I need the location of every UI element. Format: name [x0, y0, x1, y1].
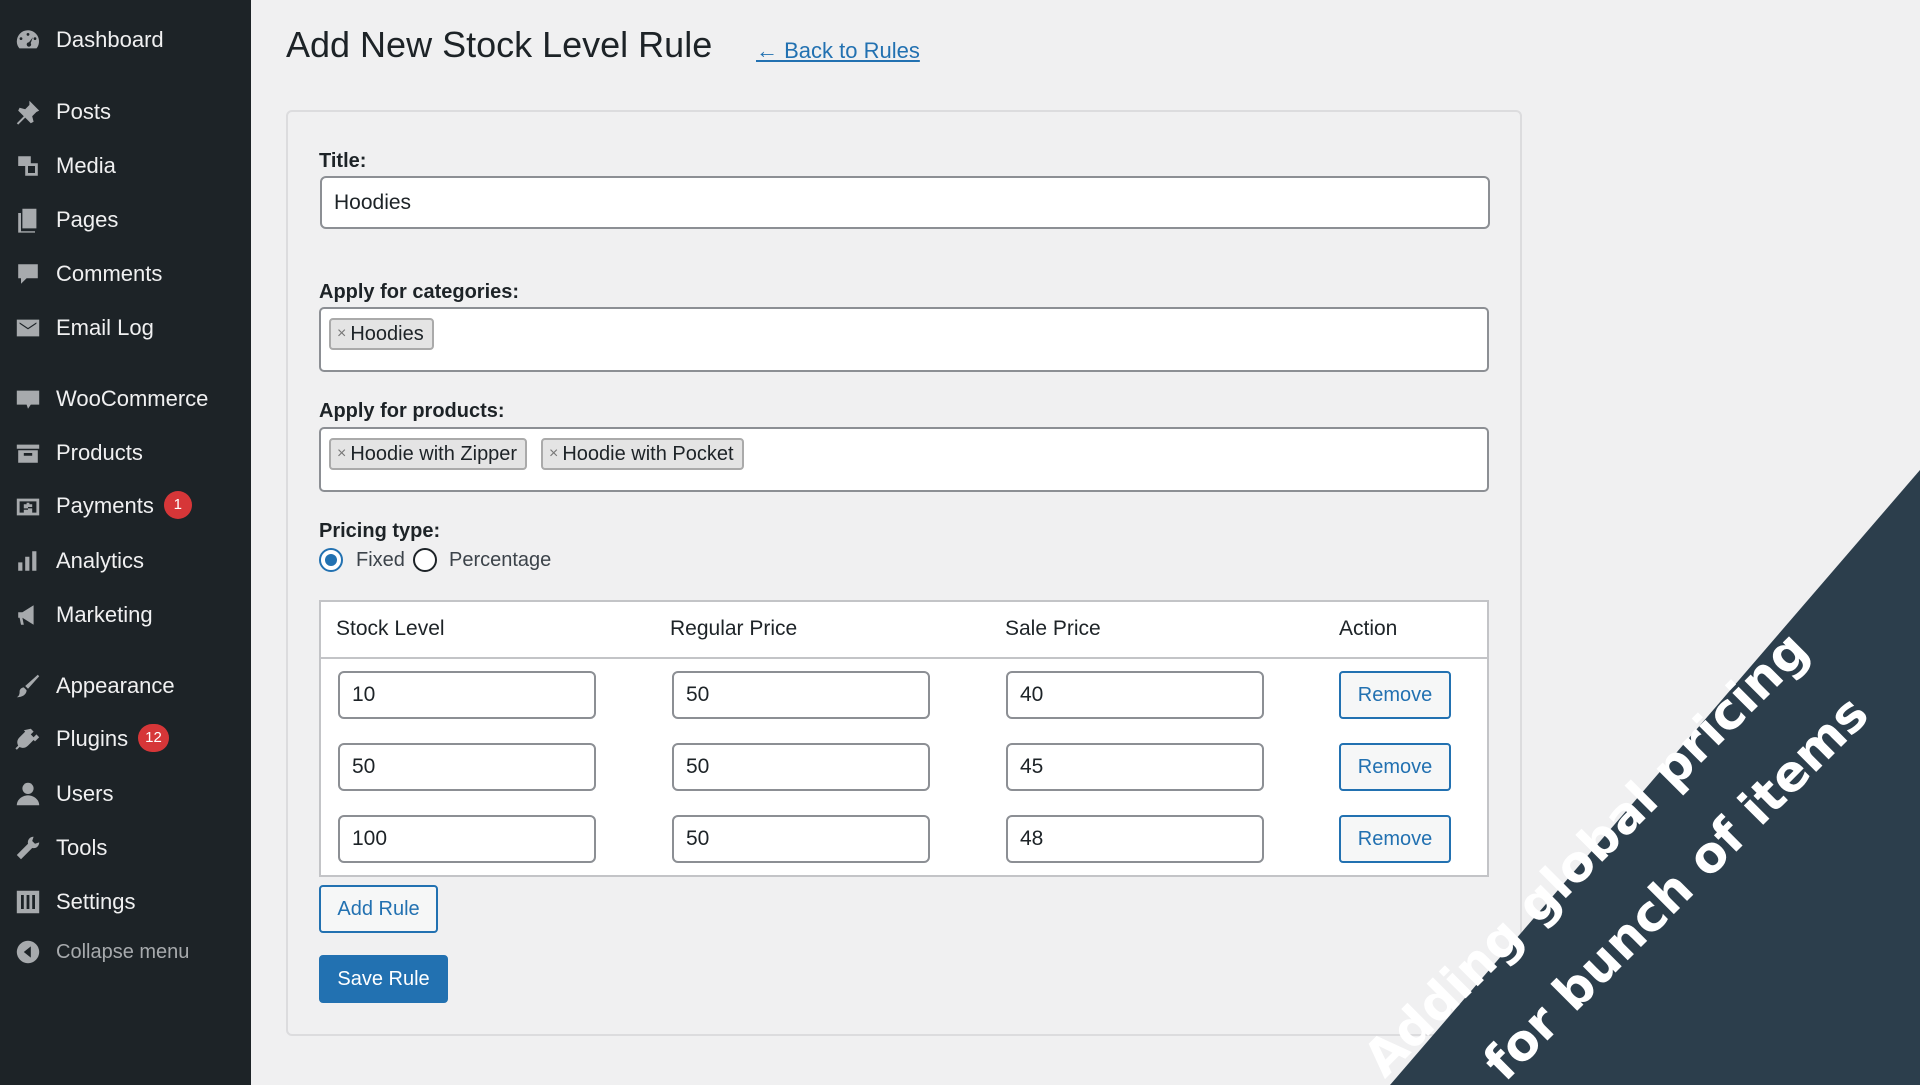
- pin-icon: [14, 98, 42, 126]
- dollar-icon: [14, 493, 42, 521]
- column-header-regular-price: Regular Price: [670, 617, 798, 640]
- sidebar-item-analytics[interactable]: Analytics: [0, 539, 251, 583]
- sidebar-item-label: Email Log: [56, 315, 154, 340]
- sidebar-item-label: Pages: [56, 207, 119, 232]
- stock-level-input[interactable]: [338, 671, 596, 719]
- remove-tag-icon[interactable]: ×: [549, 445, 558, 463]
- title-label: Title:: [319, 150, 367, 172]
- title-input[interactable]: [320, 176, 1490, 229]
- rules-table: Stock Level Regular Price Sale Price Act…: [319, 600, 1489, 877]
- add-rule-button[interactable]: Add Rule: [319, 885, 438, 933]
- sidebar-item-label: Posts: [56, 99, 112, 124]
- sidebar-item-label: Media: [56, 153, 116, 178]
- sidebar-item-label: Plugins 12: [56, 724, 169, 754]
- sidebar-item-woocommerce[interactable]: WooCommerce: [0, 377, 251, 421]
- sidebar-item-comments[interactable]: Comments: [0, 252, 251, 296]
- column-header-action: Action: [1339, 617, 1398, 640]
- column-header-sale-price: Sale Price: [1005, 617, 1101, 640]
- sidebar-item-media[interactable]: Media: [0, 144, 251, 188]
- sidebar-item-settings[interactable]: Settings: [0, 880, 251, 924]
- sidebar-item-label: Products: [56, 440, 143, 465]
- sidebar-item-email-log[interactable]: Email Log: [0, 306, 251, 350]
- stock-level-input[interactable]: [338, 743, 596, 791]
- remove-tag-icon[interactable]: ×: [337, 325, 346, 343]
- categories-select[interactable]: × Hoodies: [319, 307, 1489, 372]
- sidebar-item-tools[interactable]: Tools: [0, 826, 251, 870]
- category-tag: × Hoodies: [329, 318, 434, 350]
- notification-badge: 12: [138, 724, 169, 753]
- sidebar-item-label: WooCommerce: [56, 386, 209, 411]
- regular-price-input[interactable]: [672, 671, 930, 719]
- sidebar-item-marketing[interactable]: Marketing: [0, 593, 251, 637]
- woo-icon: [14, 385, 42, 413]
- wrench-icon: [14, 834, 42, 862]
- product-tag: × Hoodie with Zipper: [329, 438, 528, 470]
- brush-icon: [14, 672, 42, 700]
- page-title: Add New Stock Level Rule: [286, 24, 713, 65]
- product-tag: × Hoodie with Pocket: [541, 438, 744, 470]
- sidebar-item-dashboard[interactable]: Dashboard: [0, 18, 251, 62]
- sidebar-item-posts[interactable]: Posts: [0, 90, 251, 134]
- archive-icon: [14, 439, 42, 467]
- products-select[interactable]: × Hoodie with Zipper × Hoodie with Pocke…: [319, 427, 1489, 492]
- bar-chart-icon: [14, 547, 42, 575]
- plug-icon: [14, 726, 42, 754]
- product-tag-label: Hoodie with Zipper: [350, 442, 518, 465]
- column-header-stock-level: Stock Level: [336, 617, 445, 640]
- sidebar-item-label: Comments: [56, 261, 163, 286]
- sidebar-item-label: Appearance: [56, 673, 175, 698]
- remove-row-button[interactable]: Remove: [1339, 743, 1451, 791]
- sale-price-input[interactable]: [1006, 815, 1264, 863]
- collapse-menu-label: Collapse menu: [56, 940, 190, 963]
- user-icon: [14, 780, 42, 808]
- collapse-icon: [14, 938, 42, 966]
- comment-icon: [14, 260, 42, 288]
- category-tag-label: Hoodies: [350, 322, 424, 345]
- products-label: Apply for products:: [319, 400, 505, 422]
- sale-price-input[interactable]: [1006, 671, 1264, 719]
- sale-price-input[interactable]: [1006, 743, 1264, 791]
- categories-label: Apply for categories:: [319, 281, 520, 303]
- product-tag-label: Hoodie with Pocket: [562, 442, 734, 465]
- pricing-percentage-radio[interactable]: [413, 548, 437, 572]
- pricing-fixed-radio[interactable]: [319, 548, 343, 572]
- remove-row-button[interactable]: Remove: [1339, 671, 1451, 719]
- sliders-icon: [14, 888, 42, 916]
- banner-text-line-2: for bunch of items: [1472, 684, 1879, 1085]
- dashboard-icon: [14, 26, 42, 54]
- pricing-type-label: Pricing type:: [319, 520, 441, 542]
- remove-row-button[interactable]: Remove: [1339, 815, 1451, 863]
- collapse-menu-button[interactable]: Collapse menu: [0, 930, 251, 974]
- rules-table-header: Stock Level Regular Price Sale Price Act…: [321, 602, 1487, 659]
- sidebar-item-products[interactable]: Products: [0, 431, 251, 475]
- save-rule-button[interactable]: Save Rule: [319, 955, 448, 1003]
- regular-price-input[interactable]: [672, 815, 930, 863]
- pages-icon: [14, 206, 42, 234]
- back-to-rules-link[interactable]: ← Back to Rules: [756, 38, 920, 64]
- sidebar-item-label: Marketing: [56, 602, 153, 627]
- megaphone-icon: [14, 601, 42, 629]
- sidebar-item-users[interactable]: Users: [0, 772, 251, 816]
- pricing-percentage-label: Percentage: [449, 549, 552, 571]
- regular-price-input[interactable]: [672, 743, 930, 791]
- admin-sidebar: Dashboard Posts Media Pages Comments Ema…: [0, 0, 251, 1085]
- sidebar-item-pages[interactable]: Pages: [0, 198, 251, 242]
- sidebar-item-label: Payments 1: [56, 491, 192, 521]
- sidebar-item-label: Settings: [56, 889, 136, 914]
- notification-badge: 1: [163, 491, 192, 520]
- pricing-fixed-label: Fixed: [356, 549, 405, 571]
- sidebar-item-label: Analytics: [56, 548, 145, 573]
- remove-tag-icon[interactable]: ×: [337, 445, 346, 463]
- rule-form-card: [286, 110, 1522, 1036]
- sidebar-item-label: Users: [56, 781, 114, 806]
- email-icon: [14, 314, 42, 342]
- sidebar-item-label: Dashboard: [56, 27, 164, 52]
- sidebar-item-plugins[interactable]: Plugins 12: [0, 718, 251, 762]
- stock-level-input[interactable]: [338, 815, 596, 863]
- sidebar-item-payments[interactable]: Payments 1: [0, 485, 251, 529]
- sidebar-item-label: Tools: [56, 835, 108, 860]
- media-icon: [14, 152, 42, 180]
- sidebar-item-appearance[interactable]: Appearance: [0, 664, 251, 708]
